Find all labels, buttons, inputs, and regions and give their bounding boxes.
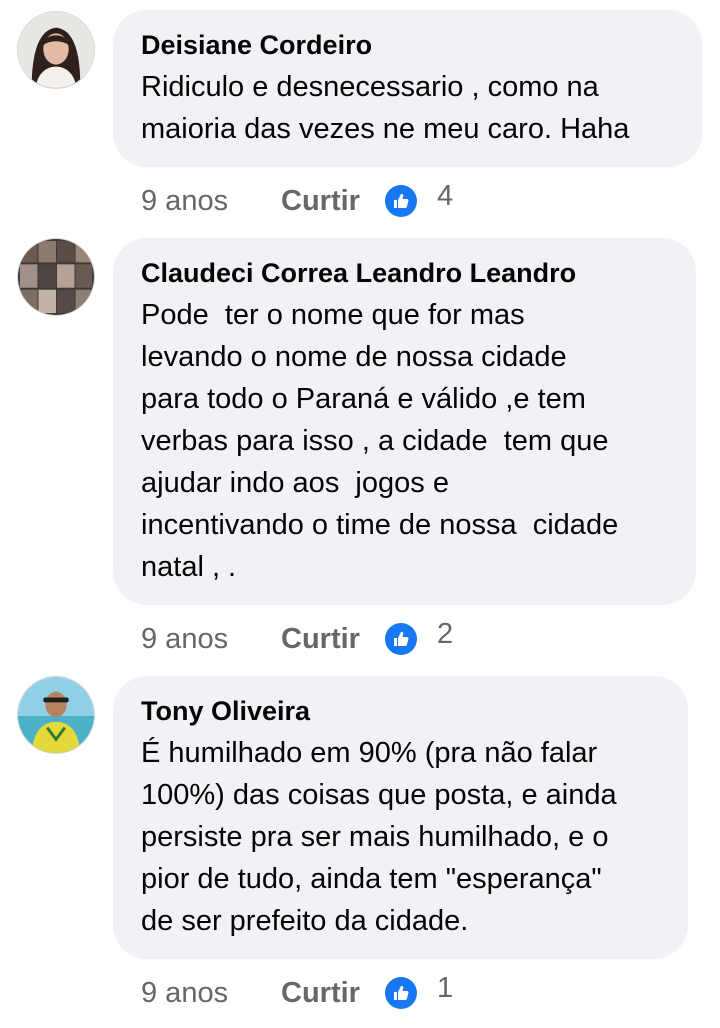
comment-text: É humilhado em 90% (pra não falar 100%) …: [141, 732, 660, 942]
comment-text-line: É humilhado em 90% (pra não falar: [141, 737, 598, 769]
avatar[interactable]: [17, 238, 95, 316]
thumbs-up-icon[interactable]: [385, 623, 417, 655]
comment-actions: 9 anos Curtir 4: [141, 180, 453, 221]
like-button[interactable]: Curtir: [281, 185, 385, 218]
comment-text-line: para todo o Paraná e válido ,e tem: [141, 383, 586, 415]
comment-text-line: levando o nome de nossa cidade: [141, 341, 567, 373]
comment-timestamp[interactable]: 9 anos: [141, 977, 281, 1010]
comment-text-line: Ridiculo e desnecessario , como na: [141, 71, 599, 103]
like-button[interactable]: Curtir: [281, 623, 385, 656]
comment-text-line: Pode ter o nome que for mas: [141, 299, 525, 331]
like-button[interactable]: Curtir: [281, 977, 385, 1010]
reaction-count[interactable]: 4: [437, 180, 453, 213]
comment-author[interactable]: Deisiane Cordeiro: [141, 28, 674, 62]
comment-author[interactable]: Claudeci Correa Leandro Leandro: [141, 256, 668, 290]
comment-bubble: Deisiane Cordeiro Ridiculo e desnecessar…: [113, 10, 702, 167]
comment-timestamp[interactable]: 9 anos: [141, 185, 281, 218]
comment-text-line: pior de tudo, ainda tem "esperança": [141, 863, 602, 895]
comment-text-line: natal , .: [141, 551, 237, 583]
comment-text: Pode ter o nome que for mas levando o no…: [141, 294, 668, 588]
comment-text-line: incentivando o time de nossa cidade: [141, 509, 619, 541]
comment-bubble: Claudeci Correa Leandro Leandro Pode ter…: [113, 238, 696, 605]
comment-bubble: Tony Oliveira É humilhado em 90% (pra nã…: [113, 676, 688, 959]
thumbs-up-icon[interactable]: [385, 185, 417, 217]
reaction-count[interactable]: 2: [437, 618, 453, 651]
avatar[interactable]: [17, 11, 95, 89]
comment-text-line: de ser prefeito da cidade.: [141, 905, 469, 937]
thumbs-up-icon[interactable]: [385, 977, 417, 1009]
comment-text: Ridiculo e desnecessario , como na maior…: [141, 66, 674, 150]
comment-text-line: maioria das vezes ne meu caro. Haha: [141, 113, 630, 145]
comment-author[interactable]: Tony Oliveira: [141, 694, 660, 728]
comment-actions: 9 anos Curtir 2: [141, 618, 453, 659]
comment-timestamp[interactable]: 9 anos: [141, 623, 281, 656]
comment-text-line: 100%) das coisas que posta, e ainda: [141, 779, 617, 811]
reaction-count[interactable]: 1: [437, 972, 453, 1005]
avatar[interactable]: [17, 676, 95, 754]
comment-text-line: ajudar indo aos jogos e: [141, 467, 449, 499]
comment-actions: 9 anos Curtir 1: [141, 972, 453, 1013]
comment-text-line: verbas para isso , a cidade tem que: [141, 425, 609, 457]
comment-text-line: persiste pra ser mais humilhado, e o: [141, 821, 609, 853]
